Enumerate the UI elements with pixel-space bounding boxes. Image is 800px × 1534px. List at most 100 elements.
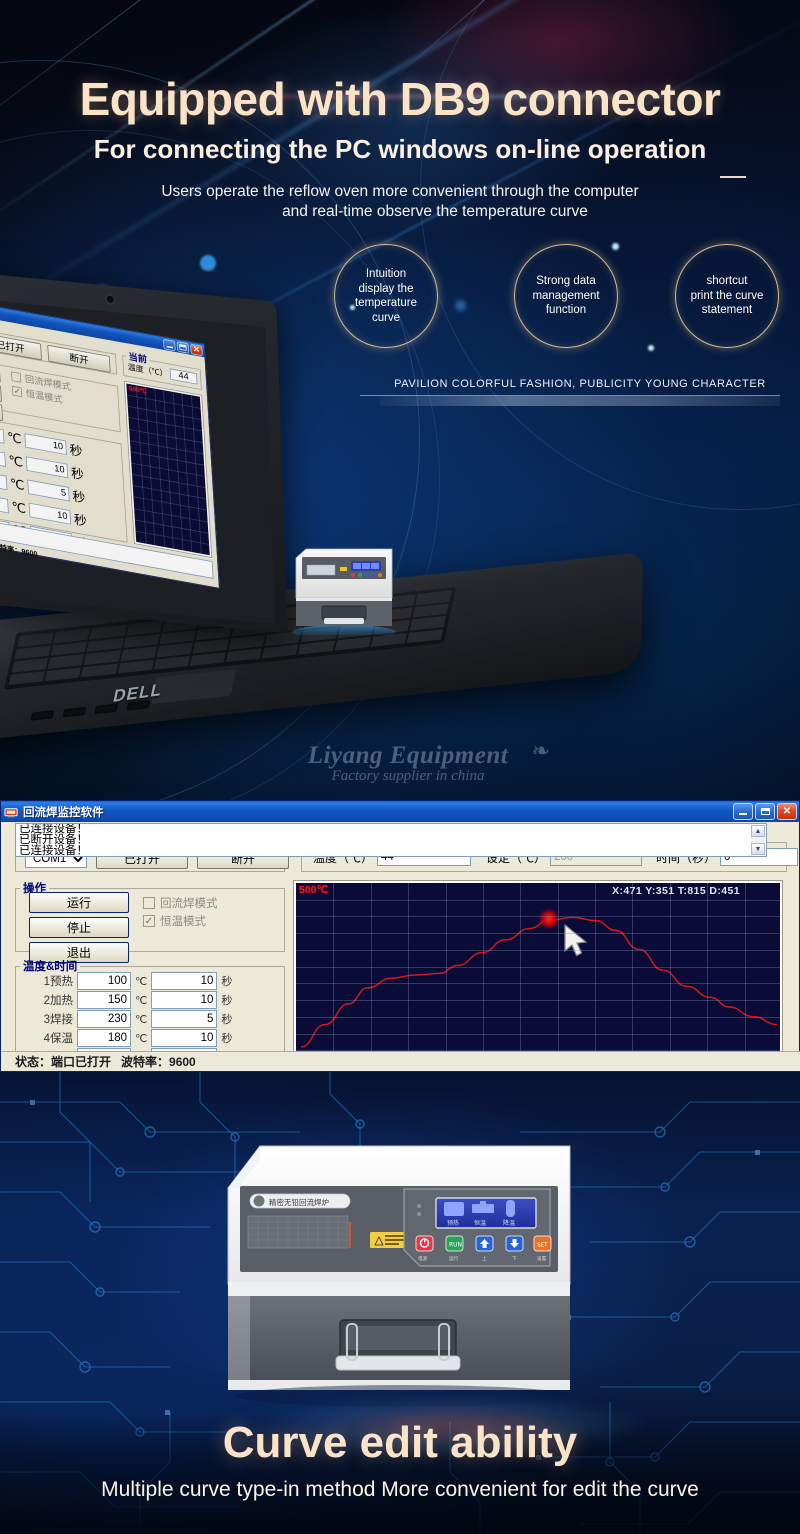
svg-text:预热: 预热 [447,1219,459,1227]
reflow-oven-product-image: 精密无铅回流焊炉 预热 恒温 降温 电源 RUN 运行 上 下 SET 设置 [208,1134,600,1414]
chart-gridline-vertical [557,883,559,1065]
leaf-icon: ❧ [531,738,550,763]
log-scrollbar[interactable]: ▲ ▼ [751,825,765,855]
tt-time-mini[interactable] [27,479,70,502]
stage-label: 1预热 [43,976,73,988]
svg-text:降温: 降温 [503,1219,515,1227]
feature-circle-shortcut-print: shortcut print the curve statement [675,244,779,348]
chart-gridline-vertical [445,883,447,1065]
tt-time-mini[interactable] [24,433,67,456]
stage-label: 2加热 [43,995,73,1007]
decorative-dash [720,176,746,178]
stage-time-input[interactable] [151,1010,218,1028]
tt-temp-mini[interactable] [0,423,5,444]
unit-time-mini: 秒 [72,490,86,506]
list-item[interactable]: 已连接设备！ [17,824,765,835]
tt-temp-mini[interactable] [0,469,8,491]
minimize-button[interactable] [733,803,753,820]
promo-page: Equipped with DB9 connector For connecti… [0,0,800,1534]
temperature-curve-chart[interactable]: 500℃ X:471 Y:351 T:815 D:451 [293,880,783,1068]
reflow-mode-checkbox[interactable] [143,897,155,909]
window-body: 端口 COM1 已打开 断开 当前 温度（℃） 设定（℃） [1,822,799,1072]
unit-celsius: ℃ [135,1032,148,1045]
reflow-mode-checkbox-mini[interactable] [11,371,22,383]
constant-mode-checkbox[interactable]: ✓ [143,915,155,927]
stage-temp-input[interactable] [77,991,131,1009]
stage-temp-input[interactable] [77,1010,131,1028]
svg-text:SET: SET [537,1243,548,1249]
window-title: 回流焊监控软件 [23,806,104,819]
port-usb [62,706,87,718]
hero-subtitle: For connecting the PC windows on-line op… [93,134,707,164]
unit-second: 秒 [221,1014,233,1026]
unit-temp-mini: ℃ [9,477,25,494]
unit-temp-mini: ℃ [11,500,27,517]
laptop-screen-app: 回流焊监控软件 ✕ 端口 [0,298,220,589]
tt-temp-mini[interactable] [0,446,6,467]
hero-section: Equipped with DB9 connector For connecti… [0,0,800,800]
close-button-mini[interactable]: ✕ [190,343,203,356]
chart-plot-area: 500℃ X:471 Y:351 T:815 D:451 [296,883,780,1065]
status-text: 状态：端口已打开 [15,1055,112,1069]
run-button[interactable]: 运行 [29,892,129,913]
constant-mode-checkbox-mini[interactable]: ✓ [11,385,23,398]
unit-time-mini: 秒 [69,443,83,460]
window-controls: ✕ [733,803,797,820]
stage-time-input[interactable] [151,1029,218,1047]
stage-time-input[interactable] [151,972,218,990]
stage-temp-input[interactable] [77,972,131,990]
tt-temp-mini[interactable] [0,492,9,514]
stop-button[interactable]: 停止 [29,917,129,938]
window-titlebar[interactable]: 回流焊监控软件 ✕ [1,801,799,822]
unit-temp-mini: ℃ [6,430,23,447]
unit-second: 秒 [221,995,233,1007]
reflow-oven-small-image [288,540,400,639]
chart-gridline-vertical [408,883,410,1065]
svg-text:精密无铅回流焊炉: 精密无铅回流焊炉 [269,1197,329,1207]
warning-sticker [370,1232,406,1248]
maximize-button[interactable] [755,803,775,820]
reflow-monitor-application: 回流焊监控软件 ✕ 端口 COM1 已打开 断开 当前 [0,800,800,1072]
stage-temp-input[interactable] [77,1029,131,1047]
maximize-button-mini[interactable] [176,340,190,354]
hero-description: Users operate the reflow oven more conve… [0,182,800,222]
scroll-up-button[interactable]: ▲ [751,825,765,837]
reflow-mode-row: 回流焊模式 [143,895,218,911]
close-button[interactable]: ✕ [777,803,797,820]
circle3-line1: shortcut [706,275,748,288]
tt-time-mini[interactable] [25,456,69,479]
unit-temp-mini: ℃ [8,453,24,471]
list-item[interactable]: 已连接设备！ [17,845,765,856]
stage-time-input[interactable] [151,991,218,1009]
table-row: 3焊接 ℃ 秒 [27,1010,232,1028]
chart-gridline-horizontal [296,916,780,918]
port-lan [126,700,151,711]
mouse-cursor-icon [563,923,591,958]
svg-text:设置: 设置 [537,1255,547,1262]
chart-gridline-horizontal [296,966,780,968]
svg-text:RUN: RUN [449,1242,462,1249]
chart-gridline-horizontal [296,949,780,951]
svg-text:恒温: 恒温 [474,1219,486,1227]
chart-gridline-vertical [744,883,746,1065]
log-listbox[interactable]: 已连接设备！ 已断开设备！ 已连接设备！ 正在运行.. ▲ ▼ [15,823,767,857]
scroll-down-button[interactable]: ▼ [751,843,765,855]
chart-gridline-vertical [707,883,709,1065]
unit-second: 秒 [221,1033,233,1045]
unit-celsius: ℃ [135,1013,148,1026]
chart-gridline-vertical [632,883,634,1065]
brand-plate: 精密无铅回流焊炉 [249,1193,351,1209]
circle2-line1: Strong data [536,275,596,288]
chart-gridline-horizontal [296,983,780,985]
minimize-button-mini[interactable] [163,338,176,351]
table-row: 2加热 ℃ 秒 [27,991,232,1009]
constant-mode-label: 恒温模式 [160,916,206,928]
list-item[interactable]: 已断开设备！ [17,834,765,846]
unit-time-mini: 秒 [73,513,88,530]
hero-title: Equipped with DB9 connector [79,73,721,125]
app-icon [4,805,19,819]
chart-gridline-vertical [595,883,597,1065]
bokeh-dot [200,255,216,271]
laptop-screen: 回流焊监控软件 ✕ 端口 [0,298,276,624]
tt-time-mini[interactable] [28,502,72,525]
